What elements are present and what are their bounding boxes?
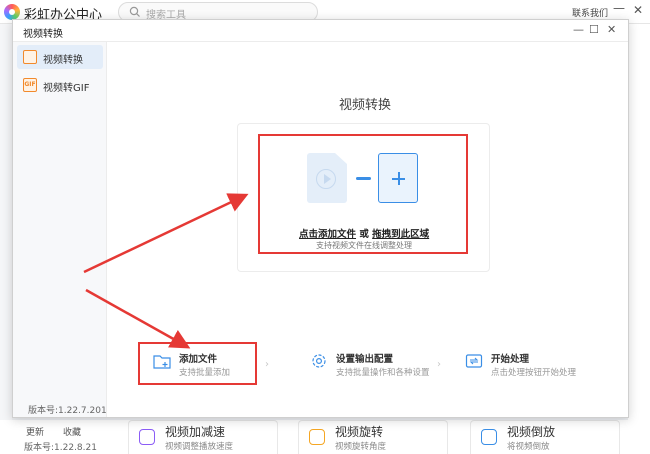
- app-right-panel: [628, 24, 650, 454]
- dialog-close-button[interactable]: ✕: [607, 23, 616, 36]
- app-version: 版本号:1.22.8.21: [24, 443, 97, 453]
- app-left-panel: [0, 24, 12, 454]
- drag-here-text: 拖拽到此区域: [372, 229, 430, 240]
- settings-gear-icon: [312, 354, 326, 368]
- folder-add-icon: [153, 355, 171, 369]
- video-convert-dialog: 视频转换 — ☐ ✕ 视频转换 GIF 视频转GIF 版本号:1.22.7.20…: [12, 19, 629, 418]
- app-close-button[interactable]: ✕: [633, 3, 643, 17]
- dialog-titlebar: 视频转换 — ☐ ✕: [13, 20, 628, 42]
- reverse-icon: [481, 429, 497, 445]
- tool-card-title: 视频旋转: [335, 425, 384, 439]
- drop-zone-or: 或: [356, 229, 373, 240]
- update-link[interactable]: 更新: [26, 425, 44, 438]
- tool-card-title: 视频倒放: [507, 425, 556, 439]
- step-arrow-icon: ›: [437, 359, 441, 370]
- drop-zone-instruction: 点击添加文件 或 拖拽到此区域: [299, 226, 429, 240]
- step-desc: 支持批量操作和各种设置: [336, 368, 430, 378]
- click-add-file-link[interactable]: 点击添加文件: [299, 229, 356, 240]
- drop-zone-hint: 支持视频文件在线调整处理: [316, 241, 412, 250]
- search-icon: [129, 6, 140, 17]
- rotate-icon: [309, 429, 325, 445]
- tool-card-desc: 将视频倒放: [507, 442, 550, 452]
- dialog-minimize-button[interactable]: —: [573, 23, 584, 36]
- sidebar-item-video-convert[interactable]: 视频转换: [17, 45, 103, 69]
- step-arrow-icon: ›: [265, 359, 269, 370]
- tool-card-reverse[interactable]: 视频倒放 将视频倒放: [470, 420, 620, 454]
- tool-card-speed[interactable]: 视频加减速 视频调整播放速度: [128, 420, 278, 454]
- content-title: 视频转换: [339, 98, 392, 113]
- sidebar-item-video-to-gif[interactable]: GIF 视频转GIF: [17, 73, 103, 97]
- tool-card-desc: 视频旋转角度: [335, 442, 387, 452]
- step-title: 开始处理: [491, 354, 530, 365]
- play-icon: [316, 169, 336, 189]
- dialog-version: 版本号:1.22.7.201: [28, 406, 107, 416]
- tool-card-desc: 视频调整播放速度: [165, 442, 234, 452]
- app-logo-icon: [4, 4, 20, 20]
- gif-icon: GIF: [23, 78, 37, 92]
- app-minimize-button[interactable]: —: [613, 1, 625, 15]
- step-title: 添加文件: [179, 354, 218, 365]
- dialog-sidebar: 视频转换 GIF 视频转GIF: [13, 42, 107, 417]
- step-title: 设置输出配置: [336, 354, 394, 365]
- dialog-maximize-button[interactable]: ☐: [589, 23, 599, 36]
- step-desc: 点击处理按钮开始处理: [491, 368, 577, 378]
- sidebar-item-label: 视频转换: [43, 55, 83, 66]
- tool-card-rotate[interactable]: 视频旋转 视频旋转角度: [298, 420, 448, 454]
- favorite-link[interactable]: 收藏: [63, 425, 81, 438]
- dash-connector-icon: [356, 177, 371, 180]
- add-file-plus-icon[interactable]: [378, 153, 418, 203]
- video-convert-icon: [23, 50, 37, 64]
- contact-us-link[interactable]: 联系我们: [572, 6, 608, 19]
- step-desc: 支持批量添加: [179, 368, 231, 378]
- dialog-title: 视频转换: [23, 29, 63, 40]
- sidebar-item-label: 视频转GIF: [43, 83, 90, 94]
- process-icon: [465, 354, 483, 368]
- speed-icon: [139, 429, 155, 445]
- tool-card-title: 视频加减速: [165, 425, 226, 439]
